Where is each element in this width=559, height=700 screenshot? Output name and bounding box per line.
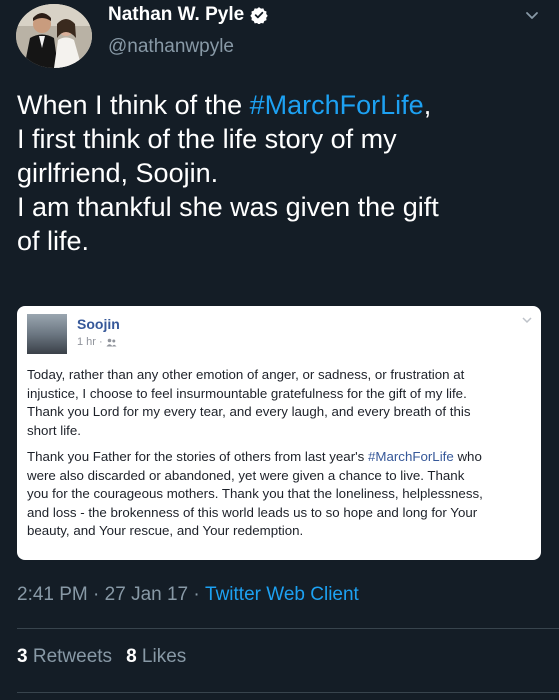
retweets-stat[interactable]: 3 Retweets (17, 646, 112, 668)
hashtag-link[interactable]: #MarchForLife (250, 90, 424, 120)
embed-line: injustice, I choose to feel insurmountab… (27, 385, 467, 401)
embed-hashtag-link[interactable]: #MarchForLife (368, 449, 454, 464)
separator: · (87, 584, 105, 605)
embed-line: beauty, and Your rescue, and Your redemp… (27, 523, 304, 538)
display-name[interactable]: Nathan W. Pyle (108, 4, 244, 26)
likes-count: 8 (126, 646, 137, 667)
embed-time[interactable]: 1 hr · (77, 336, 103, 348)
retweets-count: 3 (17, 646, 28, 667)
embed-line: Thank you Lord for my every tear, and ev… (27, 404, 471, 419)
likes-stat[interactable]: 8 Likes (126, 646, 186, 668)
client-link[interactable]: Twitter Web Client (205, 584, 359, 606)
divider (17, 628, 559, 629)
wedding-photo-avatar-icon (16, 4, 92, 68)
name-row: Nathan W. Pyle (108, 4, 268, 26)
embed-line: short life. (27, 422, 81, 438)
tweet-text-line: girlfriend, Soojin. (17, 158, 219, 188)
avatar[interactable] (16, 4, 92, 68)
embed-line: and loss - the brokenness of this world … (27, 504, 478, 520)
verified-badge-icon (250, 7, 268, 24)
timestamp-row: 2:41 PM · 27 Jan 17 · Twitter Web Client (17, 584, 359, 606)
embed-author-name[interactable]: Soojin (77, 316, 120, 332)
embed-line: were also discarded or abandoned, yet we… (27, 467, 465, 483)
tweet: Nathan W. Pyle @nathanwpyle When I think… (0, 0, 559, 700)
handle[interactable]: @nathanwpyle (108, 36, 234, 58)
embed-meta: 1 hr · (77, 336, 117, 348)
embedded-facebook-post[interactable]: Soojin 1 hr · Today, rather than any oth… (17, 306, 541, 560)
friends-icon (106, 338, 117, 346)
divider (17, 692, 559, 693)
embed-body: Today, rather than any other emotion of … (27, 366, 533, 549)
text-segment: Thank you Father for the stories of othe… (27, 449, 369, 464)
text-segment: When I think of the (17, 90, 250, 120)
tweet-text-line: When I think of the #MarchForLife, (17, 88, 542, 122)
text-segment: who (453, 449, 482, 464)
likes-label: Likes (141, 646, 187, 667)
tweet-date[interactable]: 27 Jan 17 (105, 584, 188, 606)
embed-paragraph: Today, rather than any other emotion of … (27, 366, 533, 440)
chevron-down-icon[interactable] (523, 6, 541, 24)
stats-row: 3 Retweets 8 Likes (17, 646, 186, 668)
text-segment: , (423, 90, 432, 120)
embed-avatar[interactable] (27, 314, 67, 354)
tweet-text-line: I am thankful she was given the gift (17, 192, 439, 222)
embed-line: Thank you Father for the stories of othe… (27, 448, 533, 467)
embed-line: Today, rather than any other emotion of … (27, 367, 465, 382)
separator: · (188, 584, 206, 605)
tweet-text-line: I first think of the life story of my (17, 124, 397, 154)
chevron-down-icon[interactable] (521, 314, 533, 326)
tweet-text-line: of life. (17, 226, 90, 256)
tweet-text: When I think of the #MarchForLife, I fir… (17, 88, 542, 258)
embed-paragraph: Thank you Father for the stories of othe… (27, 448, 533, 541)
tweet-time[interactable]: 2:41 PM (17, 584, 88, 606)
retweets-label: Retweets (32, 646, 113, 667)
embed-line: you for the courageous mothers. Thank yo… (27, 486, 483, 501)
